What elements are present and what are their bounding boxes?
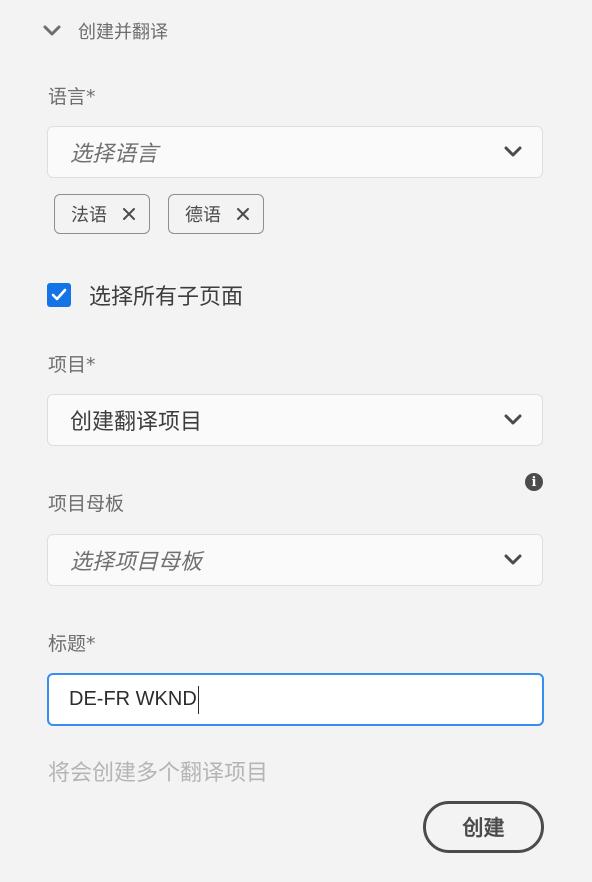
title-label: 标题* [48,633,96,655]
close-icon[interactable] [121,206,137,222]
select-all-subpages-checkbox[interactable]: 选择所有子页面 [47,279,243,311]
tag-label: 德语 [185,205,221,226]
project-template-select[interactable]: 选择项目母板 [47,534,543,586]
chevron-down-icon [40,19,64,43]
title-input-value: DE-FR WKND [69,688,197,710]
chevron-down-icon [502,549,524,571]
section-header-create-translate[interactable]: 创建并翻译 [40,16,168,46]
language-select-placeholder: 选择语言 [70,142,159,167]
checkmark-icon[interactable] [47,283,71,307]
project-template-placeholder: 选择项目母板 [70,550,203,575]
section-title: 创建并翻译 [78,22,168,43]
chevron-down-icon [502,141,524,163]
title-input[interactable]: DE-FR WKND [47,673,544,726]
text-caret [197,685,199,714]
create-translate-panel: 创建并翻译 语言* 选择语言 法语 德语 选择所有子页面 项目* 创建翻译项目 … [0,0,592,882]
helper-text: 将会创建多个翻译项目 [48,761,269,786]
language-tag-french: 法语 [54,194,150,234]
project-label: 项目* [48,354,96,376]
tag-label: 法语 [71,205,107,226]
project-select-value: 创建翻译项目 [70,410,203,435]
select-all-subpages-label: 选择所有子页面 [89,285,244,310]
info-icon[interactable]: i [525,473,543,491]
project-select[interactable]: 创建翻译项目 [47,394,543,446]
language-label: 语言* [48,86,96,108]
language-tag-german: 德语 [168,194,264,234]
create-button[interactable]: 创建 [423,801,544,853]
close-icon[interactable] [235,206,251,222]
project-template-label: 项目母板 [48,493,125,515]
language-select[interactable]: 选择语言 [47,126,543,178]
chevron-down-icon [502,409,524,431]
